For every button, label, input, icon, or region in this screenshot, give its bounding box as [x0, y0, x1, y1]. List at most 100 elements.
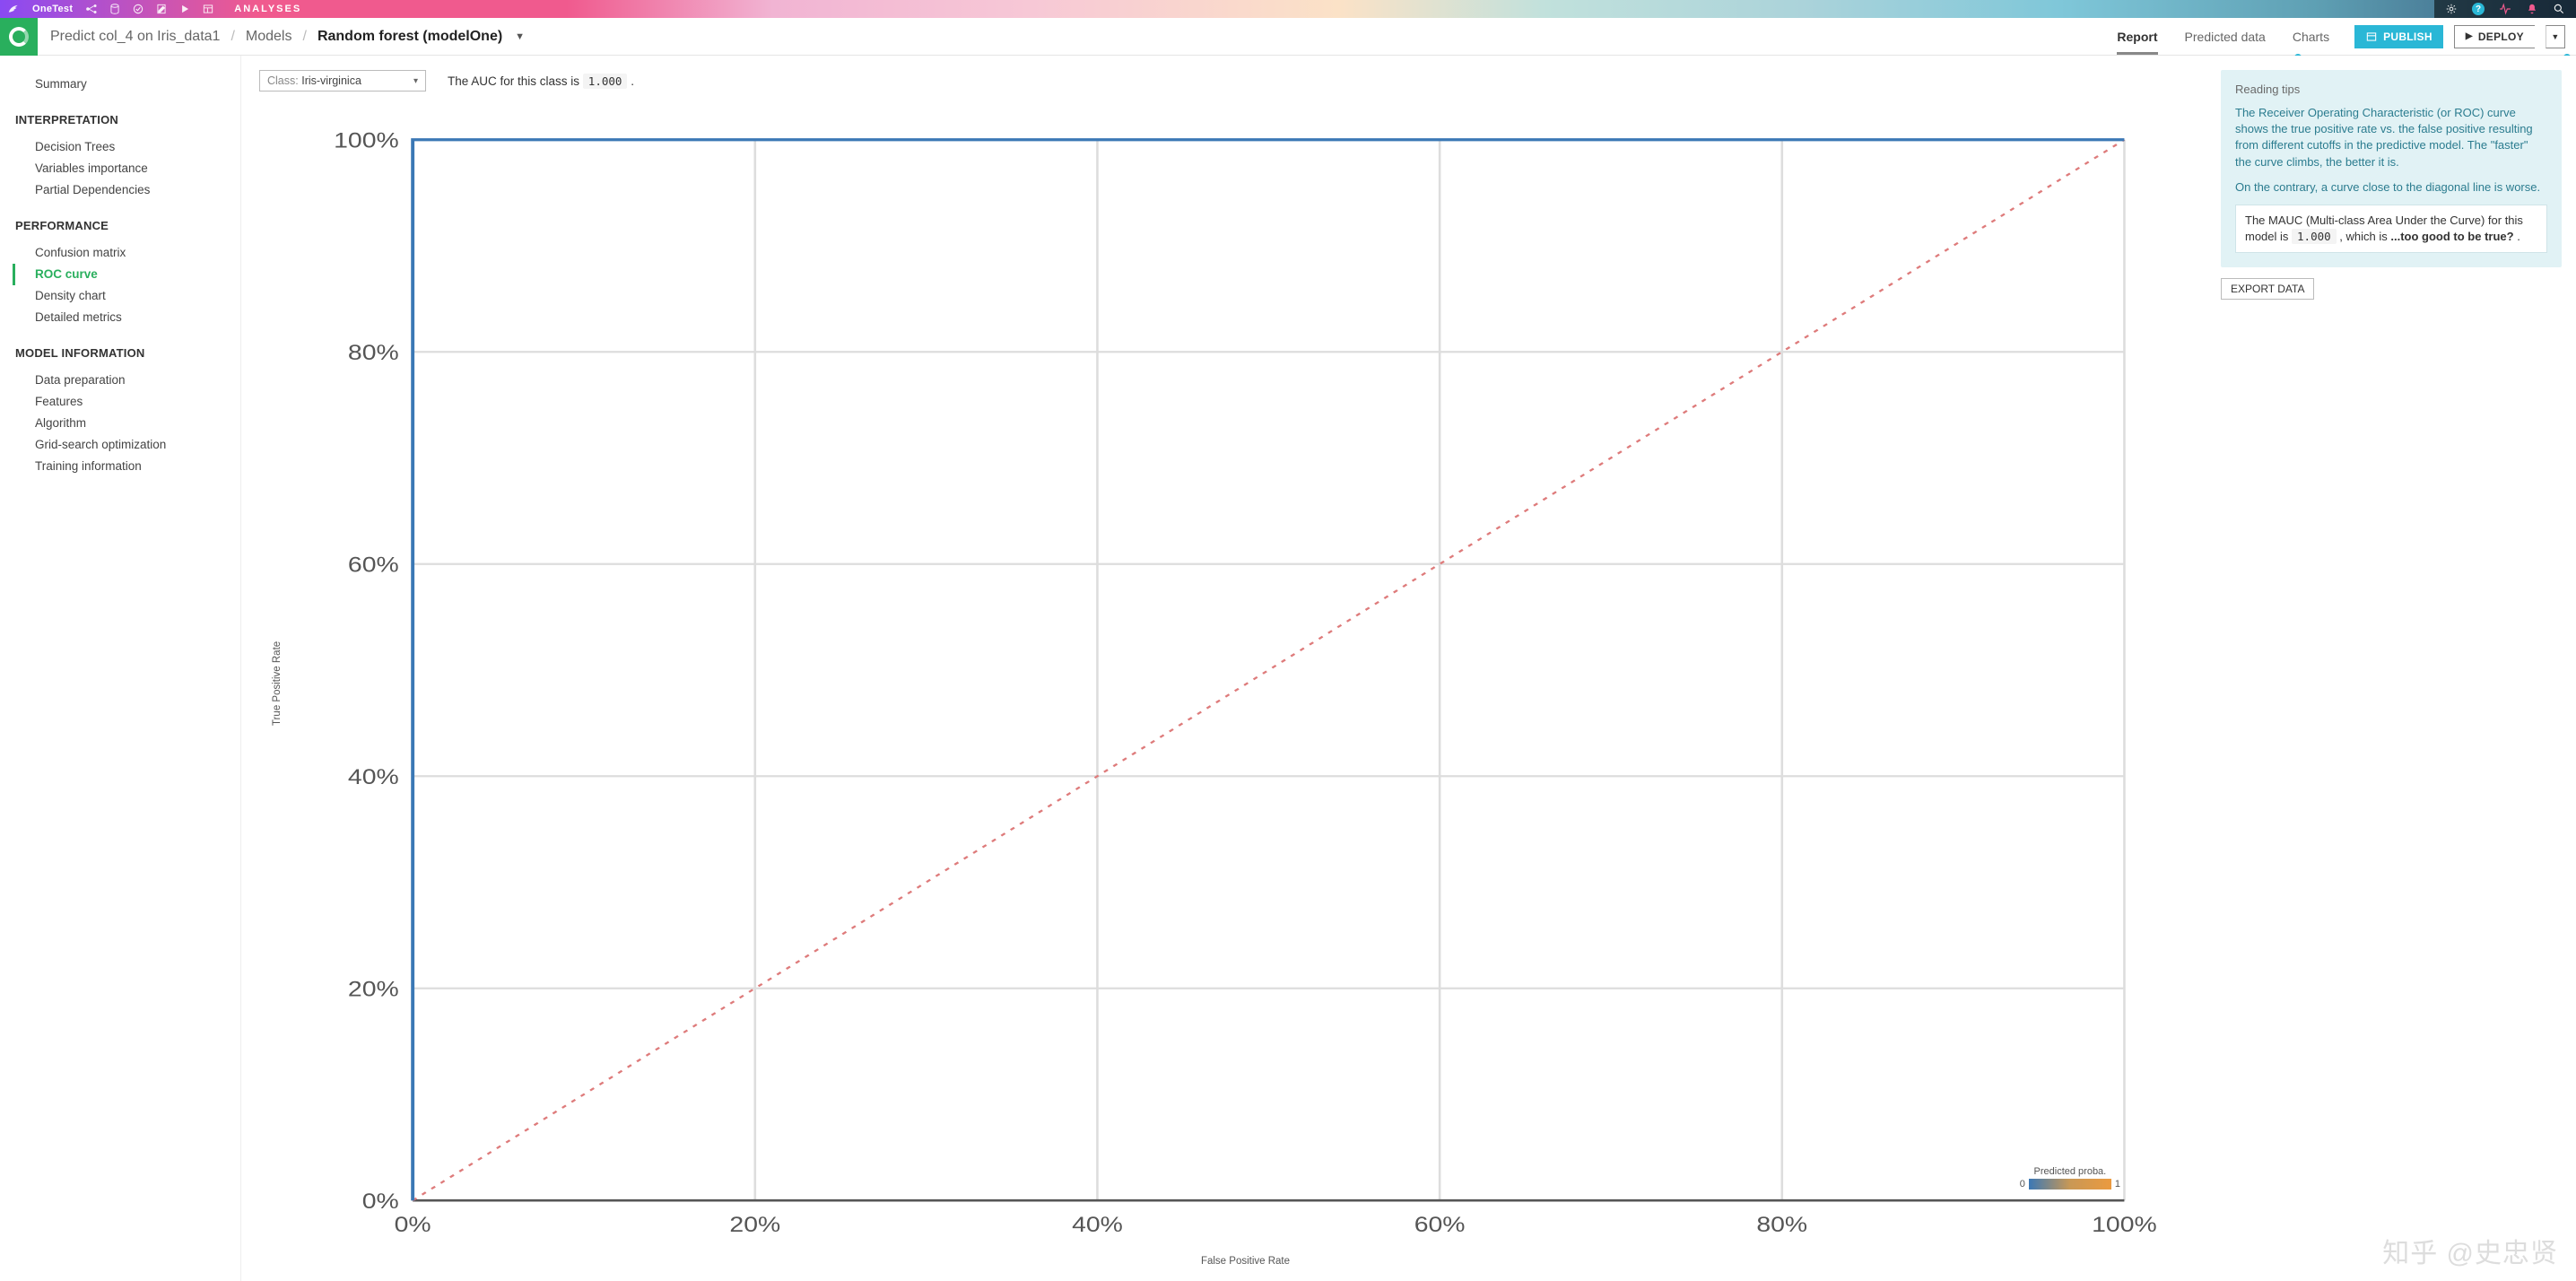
- legend: Predicted proba. 0 1: [2020, 1166, 2120, 1191]
- tips-p2: On the contrary, a curve close to the di…: [2235, 179, 2547, 196]
- svg-text:0%: 0%: [362, 1189, 399, 1213]
- svg-text:0%: 0%: [395, 1212, 431, 1236]
- mauc-mid: , which is: [2339, 230, 2390, 243]
- chart-column: Class: Iris-virginica ▾ The AUC for this…: [241, 56, 2221, 1281]
- sidebar-item-decision-trees[interactable]: Decision Trees: [13, 136, 240, 158]
- topbar-project[interactable]: OneTest: [30, 4, 74, 14]
- dashboard-icon[interactable]: [202, 3, 214, 15]
- sidebar-heading: INTERPRETATION: [13, 109, 240, 131]
- bell-icon[interactable]: [2526, 3, 2538, 15]
- flow-icon[interactable]: [85, 3, 98, 15]
- breadcrumb-sep: /: [231, 29, 234, 45]
- breadcrumb-task[interactable]: Predict col_4 on Iris_data1: [50, 29, 220, 45]
- notebook-icon[interactable]: [155, 3, 168, 15]
- topbar-crumb[interactable]: ANALYSES: [225, 4, 301, 14]
- sidebar-item-training-information[interactable]: Training information: [13, 456, 240, 477]
- svg-text:100%: 100%: [334, 128, 399, 152]
- tab-report[interactable]: Report: [2117, 18, 2157, 55]
- svg-text:20%: 20%: [729, 1212, 780, 1236]
- main: Class: Iris-virginica ▾ The AUC for this…: [240, 56, 2576, 1281]
- publish-label: PUBLISH: [2383, 30, 2432, 43]
- deploy-group: ▶ DEPLOY ▼: [2443, 25, 2565, 48]
- tab-charts[interactable]: Charts: [2293, 18, 2329, 55]
- chevron-down-icon: ▼: [2551, 32, 2559, 41]
- mauc-box: The MAUC (Multi-class Area Under the Cur…: [2235, 205, 2547, 253]
- chart-wrap: True Positive Rate: [259, 95, 2203, 1272]
- tips-title: Reading tips: [2235, 83, 2547, 96]
- sidebar-item-features[interactable]: Features: [13, 391, 240, 413]
- bird-icon[interactable]: [7, 3, 20, 15]
- chevron-down-icon: ▾: [413, 76, 418, 86]
- svg-text:20%: 20%: [348, 977, 399, 1001]
- header: Predict col_4 on Iris_data1 / Models / R…: [0, 18, 2576, 56]
- deploy-button[interactable]: ▶ DEPLOY: [2454, 25, 2535, 48]
- header-tabs: Report Predicted data Charts: [2117, 18, 2329, 55]
- roc-line: [413, 140, 2124, 1200]
- sidebar: Summary INTERPRETATION Decision TreesVaria…: [0, 56, 240, 1281]
- auc-suffix: .: [631, 74, 634, 88]
- tab-predicted-data[interactable]: Predicted data: [2185, 18, 2266, 55]
- gear-icon[interactable]: [2445, 3, 2458, 15]
- sidebar-item-detailed-metrics[interactable]: Detailed metrics: [13, 307, 240, 328]
- svg-text:100%: 100%: [2092, 1212, 2157, 1236]
- class-dd-label: Class:: [267, 74, 299, 87]
- sidebar-item-roc-curve[interactable]: ROC curve: [13, 264, 240, 285]
- sidebar-item-partial-dependencies[interactable]: Partial Dependencies: [13, 179, 240, 201]
- y-axis-label: True Positive Rate: [270, 95, 284, 1272]
- activity-icon[interactable]: [2499, 3, 2511, 15]
- svg-text:60%: 60%: [348, 553, 399, 577]
- svg-text:40%: 40%: [348, 764, 399, 789]
- x-ticks: 0% 20% 40% 60% 80% 100%: [395, 1212, 2157, 1236]
- class-dd-value: Iris-virginica: [301, 74, 361, 87]
- play-icon: ▶: [2466, 31, 2473, 41]
- mauc-end: .: [2517, 230, 2520, 243]
- legend-max: 1: [2115, 1179, 2120, 1190]
- mauc-value: 1.000: [2292, 229, 2337, 244]
- axes: [413, 140, 2124, 1200]
- mauc-verdict: ...too good to be true?: [2390, 230, 2513, 243]
- deploy-label: DEPLOY: [2478, 30, 2524, 43]
- breadcrumb-model[interactable]: Random forest (modelOne): [318, 29, 502, 45]
- tips-p1: The Receiver Operating Characteristic (o…: [2235, 105, 2547, 170]
- publish-button[interactable]: PUBLISH: [2354, 25, 2443, 48]
- breadcrumb-sep: /: [302, 29, 306, 45]
- legend-gradient: [2029, 1179, 2111, 1190]
- roc-plot: 0% 20% 40% 60% 80% 100% 0% 20% 40% 60%: [320, 100, 2171, 1240]
- help-icon[interactable]: ?: [2472, 3, 2485, 15]
- plot-area: 0% 20% 40% 60% 80% 100% 0% 20% 40% 60%: [320, 100, 2171, 1240]
- search-icon[interactable]: [2553, 3, 2565, 15]
- svg-text:60%: 60%: [1414, 1212, 1466, 1236]
- breadcrumb: Predict col_4 on Iris_data1 / Models / R…: [50, 29, 525, 45]
- reading-tips: Reading tips The Receiver Operating Char…: [2221, 70, 2562, 267]
- auc-prefix: The AUC for this class is: [448, 74, 583, 88]
- sidebar-item-confusion-matrix[interactable]: Confusion matrix: [13, 242, 240, 264]
- legend-min: 0: [2020, 1179, 2025, 1190]
- sidebar-heading: MODEL INFORMATION: [13, 343, 240, 364]
- x-axis-label: False Positive Rate: [320, 1256, 2171, 1267]
- deploy-caret[interactable]: ▼: [2546, 25, 2565, 48]
- gridlines: [413, 140, 2124, 1200]
- legend-title: Predicted proba.: [2020, 1166, 2120, 1177]
- sidebar-item-data-preparation[interactable]: Data preparation: [13, 370, 240, 391]
- chart-header: Class: Iris-virginica ▾ The AUC for this…: [259, 70, 2203, 92]
- sidebar-item-algorithm[interactable]: Algorithm: [13, 413, 240, 434]
- sidebar-item-grid-search-optimization[interactable]: Grid-search optimization: [13, 434, 240, 456]
- export-button[interactable]: EXPORT DATA: [2221, 278, 2314, 300]
- auc-sentence: The AUC for this class is 1.000 .: [448, 74, 634, 88]
- app-logo[interactable]: [0, 18, 38, 56]
- sidebar-item-summary[interactable]: Summary: [13, 74, 240, 95]
- body: Summary INTERPRETATION Decision TreesVaria…: [0, 56, 2576, 1281]
- svg-text:80%: 80%: [1756, 1212, 1807, 1236]
- sidebar-heading: PERFORMANCE: [13, 215, 240, 237]
- breadcrumb-models[interactable]: Models: [246, 29, 292, 45]
- class-dropdown[interactable]: Class: Iris-virginica ▾: [259, 70, 426, 92]
- chevron-down-icon[interactable]: ▼: [515, 31, 525, 42]
- sidebar-item-density-chart[interactable]: Density chart: [13, 285, 240, 307]
- tips-column: Reading tips The Receiver Operating Char…: [2221, 56, 2576, 1281]
- play-icon[interactable]: [178, 3, 191, 15]
- datasets-icon[interactable]: [109, 3, 121, 15]
- svg-text:40%: 40%: [1072, 1212, 1123, 1236]
- svg-text:80%: 80%: [348, 340, 399, 364]
- recipes-icon[interactable]: [132, 3, 144, 15]
- sidebar-item-variables-importance[interactable]: Variables importance: [13, 158, 240, 179]
